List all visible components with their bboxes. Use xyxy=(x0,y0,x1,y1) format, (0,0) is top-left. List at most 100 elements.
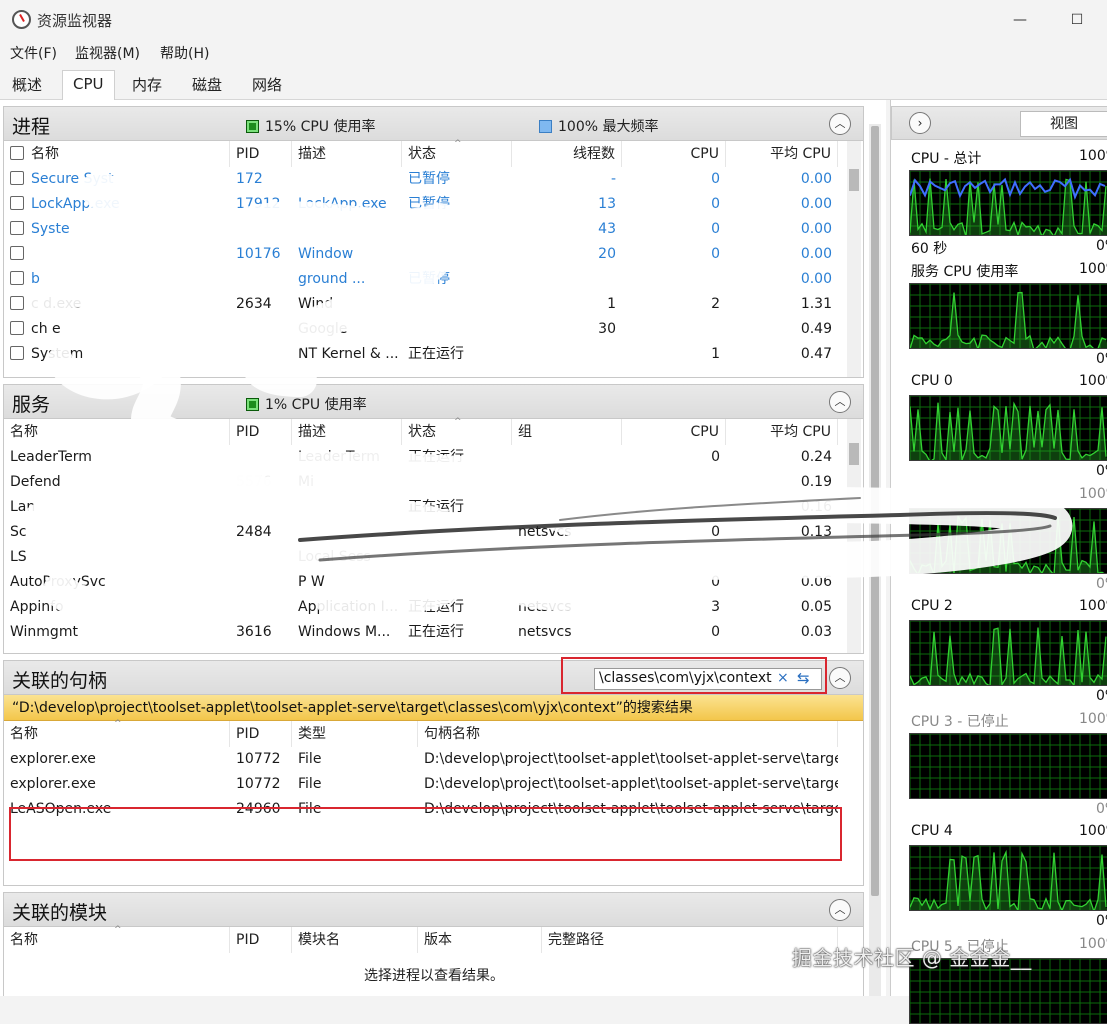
menu-help[interactable]: 帮助(H) xyxy=(160,43,209,63)
service-group: netsvcs xyxy=(518,599,572,615)
row-checkbox[interactable] xyxy=(10,221,24,235)
process-pid xyxy=(230,217,292,242)
service-avg-cpu: 0.24 xyxy=(800,449,832,465)
col-pid[interactable]: PID xyxy=(230,927,292,953)
scroll-thumb[interactable] xyxy=(849,443,859,465)
col-module-name[interactable]: 模块名 xyxy=(292,927,418,953)
col-type[interactable]: 类型 xyxy=(292,721,418,747)
tab-cpu[interactable]: CPU xyxy=(62,70,115,101)
table-row[interactable]: LockApp.exe 17912 LockApp.exe 已暂停 13 0 0.00 xyxy=(4,192,844,217)
process-pid: 10176 xyxy=(236,246,281,262)
table-row[interactable]: Lan 正在运行 0.16 xyxy=(4,495,844,520)
table-row[interactable]: LeaderTerm LeaderTerm 正在运行 0 0.24 xyxy=(4,445,844,470)
handle-name: D:\develop\project\toolset-applet\toolse… xyxy=(424,776,838,792)
tab-overview[interactable]: 概述 xyxy=(2,72,52,100)
col-cpu[interactable]: CPU xyxy=(622,419,726,445)
service-cpu-usage-label: 1% CPU 使用率 xyxy=(246,394,367,414)
col-avg-cpu[interactable]: 平均 CPU xyxy=(726,141,838,167)
process-pid: 172 xyxy=(236,171,263,187)
processes-scrollbar[interactable] xyxy=(847,141,861,377)
services-header[interactable]: 服务 1% CPU 使用率 ︿ xyxy=(4,385,863,419)
process-name: LockApp.exe xyxy=(4,192,230,217)
process-cpu xyxy=(622,317,726,342)
modules-header[interactable]: 关联的模块 ︿ xyxy=(4,893,863,927)
menu-monitor[interactable]: 监视器(M) xyxy=(75,43,140,63)
menu-file[interactable]: 文件(F) xyxy=(10,43,57,63)
process-avg-cpu: 0.00 xyxy=(800,271,832,287)
service-cpu: 3 xyxy=(711,599,720,615)
view-button[interactable]: 视图 xyxy=(1020,111,1107,137)
table-row[interactable]: Appinfo Application I... 正在运行 netsvcs 3 0.05 xyxy=(4,595,844,620)
table-row[interactable]: Secure Syst 172 已暂停 - 0 0.00 xyxy=(4,167,844,192)
process-status xyxy=(402,292,512,317)
table-row[interactable]: b ground ... 已暂停 0.00 xyxy=(4,267,844,292)
processes-header[interactable]: 进程 15% CPU 使用率 100% 最大频率 ︿ xyxy=(4,107,863,141)
table-row[interactable]: Sc 2484 netsvcs 0 0.13 xyxy=(4,520,844,545)
row-checkbox[interactable] xyxy=(10,321,24,335)
time-span-label: 60 秒 xyxy=(911,241,948,257)
collapse-button[interactable]: ︿ xyxy=(829,667,851,689)
sort-indicator-icon: ^ xyxy=(114,719,122,729)
left-panel-scrollbar[interactable] xyxy=(869,124,881,996)
scroll-thumb[interactable] xyxy=(849,169,859,191)
minimize-button[interactable]: — xyxy=(1005,6,1035,34)
col-group[interactable]: 组 xyxy=(512,419,622,445)
process-name xyxy=(4,242,230,267)
table-row[interactable]: Winmgmt 3616 Windows M... 正在运行 netsvcs 0 0.03 xyxy=(4,620,844,645)
table-row[interactable]: System NT Kernel & ... 正在运行 1 0.47 xyxy=(4,342,844,367)
col-avg-cpu[interactable]: 平均 CPU xyxy=(726,419,838,445)
row-checkbox[interactable] xyxy=(10,271,24,285)
collapse-button[interactable]: ︿ xyxy=(829,113,851,135)
table-row[interactable]: ch e Google 30 0.49 xyxy=(4,317,844,342)
table-row[interactable]: explorer.exe 10772 File D:\develop\project\… xyxy=(4,747,844,772)
table-row[interactable]: AutoProxySvc P W 0 0.06 xyxy=(4,570,844,595)
process-name: Secure Syst xyxy=(4,167,230,192)
col-handle-name[interactable]: 句柄名称 xyxy=(418,721,838,747)
service-group xyxy=(512,470,622,495)
services-scrollbar[interactable] xyxy=(847,419,861,653)
process-name-text: System xyxy=(31,346,84,362)
table-row[interactable]: LS Local Sess xyxy=(4,545,844,570)
table-row[interactable]: Syste 43 0 0.00 xyxy=(4,217,844,242)
maximize-button[interactable]: ☐ xyxy=(1062,6,1092,34)
col-threads[interactable]: 线程数 xyxy=(512,141,622,167)
table-row[interactable]: c d.exe 2634 Wind 1 2 1.31 xyxy=(4,292,844,317)
row-checkbox[interactable] xyxy=(10,196,24,210)
process-description xyxy=(292,167,402,192)
table-row[interactable]: 10176 Window 20 0 0.00 xyxy=(4,242,844,267)
graph-plot xyxy=(910,621,1107,685)
process-name-text: ch e xyxy=(31,321,61,337)
service-name: Lan xyxy=(10,499,36,515)
scroll-thumb[interactable] xyxy=(871,126,879,896)
table-row[interactable]: Defend 5576 Mi 0.19 xyxy=(4,470,844,495)
select-all-checkbox[interactable] xyxy=(10,146,24,160)
col-name[interactable]: 名称 xyxy=(4,419,230,445)
process-status: 已暂停 xyxy=(408,196,450,212)
tab-memory[interactable]: 内存 xyxy=(122,72,172,100)
col-pid[interactable]: PID xyxy=(230,141,292,167)
graph-label: CPU - 总计 xyxy=(911,151,982,167)
expand-panel-icon[interactable]: › xyxy=(909,112,931,134)
col-pid[interactable]: PID xyxy=(230,721,292,747)
tab-disk[interactable]: 磁盘 xyxy=(182,72,232,100)
collapse-button[interactable]: ︿ xyxy=(829,899,851,921)
service-status: 正在运行 xyxy=(408,624,464,640)
col-version[interactable]: 版本 xyxy=(418,927,542,953)
col-description[interactable]: 描述 xyxy=(292,141,402,167)
graph-min-label: 0% xyxy=(1096,575,1107,592)
col-pid[interactable]: PID xyxy=(230,419,292,445)
row-checkbox[interactable] xyxy=(10,346,24,360)
row-checkbox[interactable] xyxy=(10,171,24,185)
table-row[interactable]: explorer.exe 10772 File D:\develop\project\… xyxy=(4,772,844,797)
col-cpu[interactable]: CPU xyxy=(622,141,726,167)
graph-min-label: 0% xyxy=(1096,800,1107,817)
collapse-button[interactable]: ︿ xyxy=(829,391,851,413)
col-description[interactable]: 描述 xyxy=(292,419,402,445)
process-cpu: 0 xyxy=(711,196,720,212)
tab-network[interactable]: 网络 xyxy=(242,72,292,100)
process-description: ground ... xyxy=(298,271,366,287)
row-checkbox[interactable] xyxy=(10,246,24,260)
process-cpu: 0 xyxy=(711,221,720,237)
row-checkbox[interactable] xyxy=(10,296,24,310)
col-name[interactable]: 名称 xyxy=(4,141,230,167)
